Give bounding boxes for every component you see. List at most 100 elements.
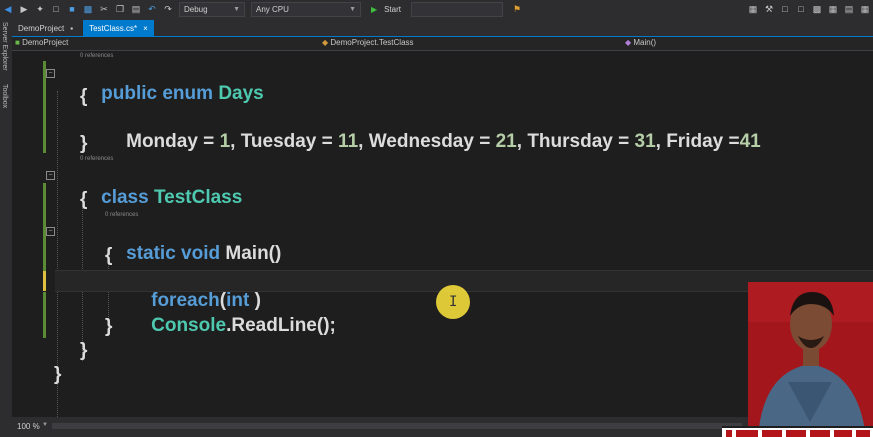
save-icon[interactable]: ■: [65, 2, 79, 16]
project-dropdown[interactable]: ■ DemoProject: [15, 38, 68, 47]
enum-member: Tuesday: [240, 131, 317, 152]
toolbar-icon-8[interactable]: ▦: [858, 2, 872, 16]
enum-value: 31: [634, 131, 656, 152]
toolbar-icon-6[interactable]: ▦: [826, 2, 840, 16]
pin-icon[interactable]: ▪: [70, 24, 73, 33]
collapse-icon[interactable]: −: [46, 227, 55, 236]
keyword-void: void: [181, 243, 221, 264]
start-label: Start: [384, 4, 401, 14]
toolbar-icon-1[interactable]: ▦: [746, 2, 760, 16]
left-sidebar: Server Explorer Toolbox: [0, 18, 12, 437]
text-cursor-icon: I: [449, 294, 458, 310]
presenter-image: [748, 282, 873, 437]
enum-value: 21: [495, 131, 517, 152]
code-line-brace: {: [105, 245, 113, 266]
enum-equals: =: [197, 131, 220, 152]
code-line-console-readline: Console.ReadLine();: [130, 293, 336, 359]
enum-member: Thursday: [527, 131, 613, 152]
chevron-down-icon[interactable]: ▼: [42, 422, 48, 428]
zoom-level[interactable]: 100 %: [17, 422, 40, 431]
type-dropdown-label: DemoProject.TestClass: [330, 38, 414, 47]
tab-demoproject[interactable]: DemoProject ▪: [12, 20, 79, 36]
server-explorer-tab[interactable]: Server Explorer: [1, 22, 8, 71]
toolbar-icon-3[interactable]: □: [778, 2, 792, 16]
enum-separator: ,: [655, 131, 667, 152]
codelens-references[interactable]: 0 references: [105, 212, 138, 218]
navigation-bar: ■ DemoProject ◆ DemoProject.TestClass ◆ …: [12, 37, 873, 51]
tab-label: DemoProject: [18, 23, 65, 33]
document-tabs: DemoProject ▪ TestClass.cs* ×: [12, 18, 873, 38]
wrench-icon[interactable]: ⚒: [762, 2, 776, 16]
type-dropdown[interactable]: ◆ DemoProject.TestClass: [322, 38, 414, 47]
back-icon[interactable]: ◀: [1, 2, 15, 16]
start-target-box[interactable]: [411, 1, 503, 17]
enum-separator: ,: [358, 131, 369, 152]
toolbox-tab[interactable]: Toolbox: [1, 84, 8, 108]
presenter-video: [748, 282, 873, 437]
code-line-brace: }: [54, 364, 62, 385]
change-marker: [43, 292, 46, 338]
code-line-brace: {: [80, 189, 88, 210]
unsaved-change-marker: [43, 271, 46, 291]
type-console: Console: [151, 315, 227, 336]
enum-member: Friday: [666, 131, 724, 152]
code-line-brace: }: [80, 133, 88, 154]
tab-label: TestClass.cs*: [89, 23, 138, 33]
code-line-brace: {: [80, 86, 88, 107]
enum-separator: ,: [516, 131, 528, 152]
codelens-references[interactable]: 0 references: [80, 53, 113, 59]
method-name: Main(): [225, 243, 282, 264]
keyword-class: class: [101, 187, 149, 208]
horizontal-scrollbar[interactable]: [52, 423, 742, 429]
enum-equals: =: [473, 131, 496, 152]
member-dropdown-label: Main(): [633, 38, 657, 47]
keyword-enum: enum: [162, 83, 214, 104]
class-name: TestClass: [153, 187, 243, 208]
toolbar: ◀ ▶ ✦ □ ■ ▩ ✂ ❐ ▤ ↶ ↷ Debug ▼ Any CPU ▼ ▶ …: [0, 0, 873, 18]
forward-icon[interactable]: ▶: [17, 2, 31, 16]
code-editor[interactable]: − − − 0 references public enum Days { Mo…: [12, 51, 873, 421]
method-call: .ReadLine();: [226, 315, 336, 336]
csharp-project-icon: ■: [15, 38, 20, 47]
code-line-brace: }: [105, 316, 113, 337]
solution-platform-value: Any CPU: [256, 4, 289, 14]
keyword-public: public: [101, 83, 158, 104]
code-line-brace: }: [80, 340, 88, 361]
collapse-icon[interactable]: −: [46, 171, 55, 180]
enum-name: Days: [218, 83, 264, 104]
open-file-icon[interactable]: □: [49, 2, 63, 16]
method-icon: ◆: [625, 38, 632, 47]
solution-configuration-value: Debug: [184, 4, 208, 14]
toolbar-icon-4[interactable]: □: [794, 2, 808, 16]
toolbar-icon-5[interactable]: ▩: [810, 2, 824, 16]
enum-equals: =: [723, 131, 740, 152]
solution-platform-dropdown[interactable]: Any CPU ▼: [251, 1, 361, 17]
chevron-down-icon: ▼: [233, 5, 240, 13]
keyword-static: static: [126, 243, 176, 264]
close-icon[interactable]: ×: [143, 24, 148, 33]
copy-icon[interactable]: ❐: [113, 2, 127, 16]
solution-configuration-dropdown[interactable]: Debug ▼: [179, 1, 245, 17]
undo-icon[interactable]: ↶: [145, 2, 159, 16]
paste-icon[interactable]: ▤: [129, 2, 143, 16]
enum-value: 11: [338, 131, 359, 152]
collapse-icon[interactable]: −: [46, 69, 55, 78]
logo-graphic: [722, 426, 873, 437]
project-dropdown-label: DemoProject: [22, 38, 69, 47]
save-all-icon[interactable]: ▩: [81, 2, 95, 16]
enum-member: Monday: [126, 131, 198, 152]
start-button[interactable]: ▶ Start: [367, 3, 405, 16]
redo-icon[interactable]: ↷: [161, 2, 175, 16]
new-project-icon[interactable]: ✦: [33, 2, 47, 16]
enum-value: 1: [219, 131, 231, 152]
codelens-references[interactable]: 0 references: [80, 156, 113, 162]
member-dropdown[interactable]: ◆ Main(): [625, 38, 656, 47]
chevron-down-icon: ▼: [349, 5, 356, 13]
browser-link-icon[interactable]: ⚑: [510, 2, 524, 16]
tab-testclass[interactable]: TestClass.cs* ×: [83, 20, 154, 36]
play-icon: ▶: [371, 4, 378, 14]
cut-icon[interactable]: ✂: [97, 2, 111, 16]
toolbar-icon-7[interactable]: ▤: [842, 2, 856, 16]
enum-separator: ,: [230, 131, 241, 152]
enum-equals: =: [612, 131, 635, 152]
